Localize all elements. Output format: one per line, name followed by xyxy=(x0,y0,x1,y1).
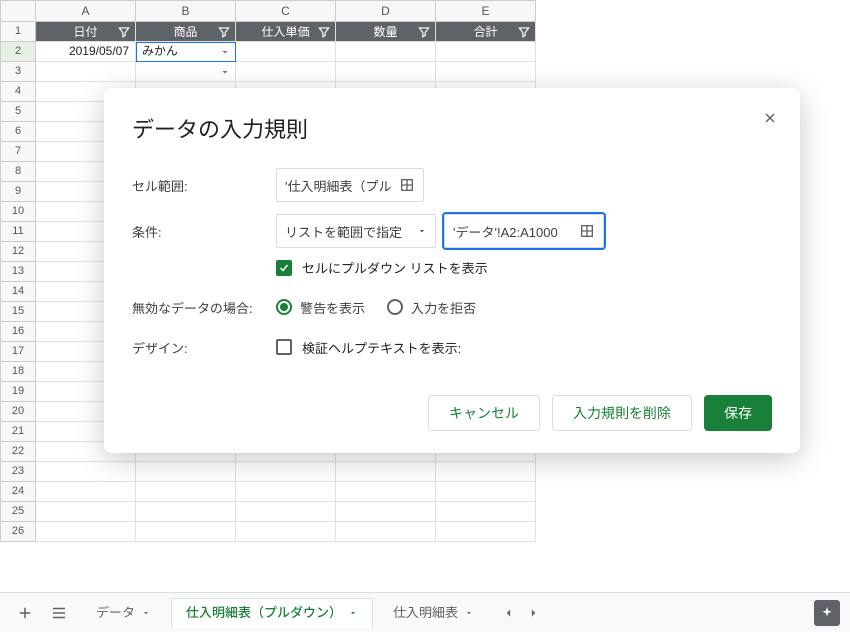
radio-warn[interactable]: 警告を表示 xyxy=(276,298,365,317)
show-dropdown-checkbox[interactable] xyxy=(276,260,292,276)
close-button[interactable] xyxy=(756,104,784,132)
remove-validation-button[interactable]: 入力規則を削除 xyxy=(552,395,692,431)
caret-down-icon xyxy=(348,608,358,618)
show-helptext-label: 検証ヘルプテキストを表示: xyxy=(302,338,461,357)
caret-down-icon xyxy=(141,608,151,618)
radio-icon xyxy=(387,299,403,315)
caret-down-icon xyxy=(417,226,427,236)
label-design: デザイン: xyxy=(132,338,276,357)
sheet-tab-bar: データ 仕入明細表（プルダウン） 仕入明細表 xyxy=(0,592,850,632)
tab-scroll-left[interactable] xyxy=(502,606,516,620)
grid-icon[interactable] xyxy=(579,223,595,239)
radio-icon xyxy=(276,299,292,315)
criteria-select[interactable]: リストを範囲で指定 xyxy=(276,214,436,248)
caret-down-icon xyxy=(464,608,474,618)
label-criteria: 条件: xyxy=(132,222,276,241)
cancel-button[interactable]: キャンセル xyxy=(428,395,540,431)
tab-other[interactable]: 仕入明細表 xyxy=(379,598,488,628)
all-sheets-button[interactable] xyxy=(42,598,76,628)
tab-active-pulldown[interactable]: 仕入明細表（プルダウン） xyxy=(171,598,373,628)
save-button[interactable]: 保存 xyxy=(704,395,772,431)
label-cell-range: セル範囲: xyxy=(132,176,276,195)
add-sheet-button[interactable] xyxy=(8,598,42,628)
dialog-title: データの入力規則 xyxy=(132,112,772,144)
tab-scroll-right[interactable] xyxy=(526,606,540,620)
data-validation-dialog: データの入力規則 セル範囲: '仕入明細表（プル 条件: リストを範囲で指定 '… xyxy=(104,88,800,453)
cell-range-input[interactable]: '仕入明細表（プル xyxy=(276,168,424,202)
tab-data[interactable]: データ xyxy=(82,598,165,628)
grid-icon[interactable] xyxy=(399,177,415,193)
show-helptext-checkbox[interactable] xyxy=(276,339,292,355)
radio-reject[interactable]: 入力を拒否 xyxy=(387,298,476,317)
criteria-range-input[interactable]: 'データ'!A2:A1000 xyxy=(444,214,604,248)
label-invalid: 無効なデータの場合: xyxy=(132,298,276,317)
show-dropdown-label: セルにプルダウン リストを表示 xyxy=(302,258,488,277)
explore-button[interactable] xyxy=(814,600,840,626)
